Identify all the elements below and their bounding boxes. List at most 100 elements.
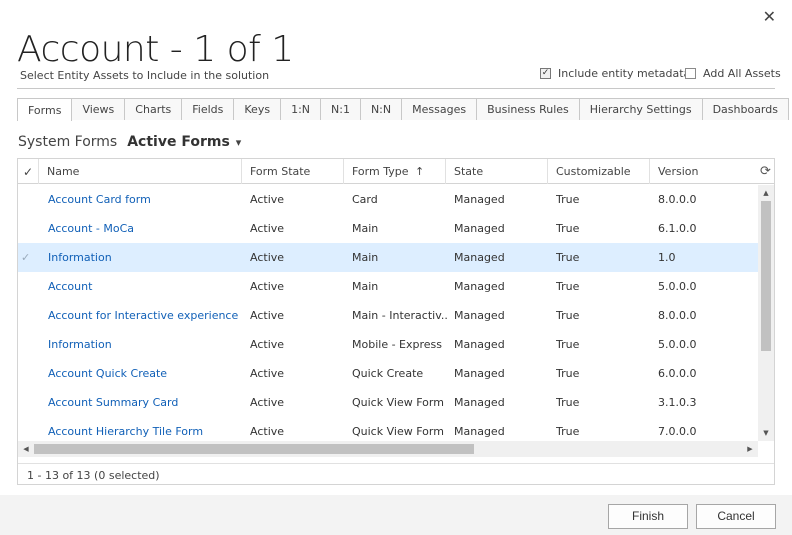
include-metadata-checkbox[interactable]: ✓ <box>540 68 551 79</box>
tab-hierarchy-settings[interactable]: Hierarchy Settings <box>579 98 703 120</box>
cell-customizable: True <box>556 280 580 293</box>
sort-ascending-icon: ↑ <box>414 165 425 178</box>
close-icon[interactable]: ✕ <box>763 8 776 26</box>
dialog-title: Account - 1 of 1 <box>17 29 294 70</box>
vertical-scrollbar[interactable]: ▲ ▼ <box>758 185 774 441</box>
finish-button[interactable]: Finish <box>608 504 688 529</box>
tab-views[interactable]: Views <box>72 98 126 120</box>
table-row[interactable]: ✓ Information Active Main Managed True 1.0 <box>18 243 758 272</box>
tab-keys[interactable]: Keys <box>234 98 282 120</box>
tab-charts[interactable]: Charts <box>125 98 183 120</box>
column-header-form-state[interactable]: Form State <box>241 159 343 184</box>
cell-form-type: Main <box>352 251 379 264</box>
forms-grid: ✓ Name Form State Form Type ↑ State Cust… <box>17 158 775 485</box>
table-row[interactable]: Account Active Main Managed True 5.0.0.0 <box>18 272 758 301</box>
table-row[interactable]: Account Summary Card Active Quick View For… <box>18 388 758 417</box>
scroll-right-icon[interactable]: ▶ <box>744 441 756 457</box>
cell-customizable: True <box>556 251 580 264</box>
tab-n-1[interactable]: N:1 <box>321 98 361 120</box>
cancel-button[interactable]: Cancel <box>696 504 776 529</box>
title-divider <box>17 88 775 89</box>
cell-form-type: Mobile - Express <box>352 338 442 351</box>
add-all-assets-checkbox[interactable] <box>685 68 696 79</box>
tab-dashboards[interactable]: Dashboards <box>702 98 789 120</box>
column-header-state[interactable]: State <box>445 159 547 184</box>
vertical-scroll-thumb[interactable] <box>761 201 771 351</box>
row-checkmark-icon[interactable]: ✓ <box>21 243 30 272</box>
table-row[interactable]: Account - MoCa Active Main Managed True 6.1.0… <box>18 214 758 243</box>
cell-form-type: Main <box>352 280 379 293</box>
cell-name[interactable]: Account <box>48 272 238 301</box>
refresh-icon[interactable]: ⟳ <box>760 164 771 179</box>
table-row[interactable]: Information Active Mobile - Express Managed… <box>18 330 758 359</box>
tab-forms[interactable]: Forms <box>17 98 73 121</box>
chevron-down-icon: ▾ <box>235 135 242 149</box>
select-all-checkmark-icon[interactable]: ✓ <box>18 159 38 184</box>
cell-form-type: Quick View Form <box>352 396 444 409</box>
cell-form-state: Active <box>250 396 285 409</box>
view-dropdown[interactable]: Active Forms ▾ <box>127 134 241 150</box>
cell-name[interactable]: Account for Interactive experience <box>48 301 238 330</box>
column-header-form-type-label: Form Type <box>352 165 409 178</box>
cell-state: Managed <box>454 396 505 409</box>
include-metadata-option[interactable]: ✓ Include entity metadata <box>540 67 690 80</box>
cell-name[interactable]: Information <box>48 243 238 272</box>
grid-record-count: 1 - 13 of 13 (0 selected) <box>18 463 774 484</box>
cell-customizable: True <box>556 367 580 380</box>
add-all-assets-option[interactable]: Add All Assets <box>685 67 781 80</box>
cell-form-state: Active <box>250 193 285 206</box>
scroll-up-icon[interactable]: ▲ <box>758 187 774 199</box>
cell-name[interactable]: Account Hierarchy Tile Form <box>48 417 238 441</box>
asset-tabs: Forms Views Charts Fields Keys 1:N N:1 N:N Messa… <box>17 98 789 121</box>
cell-form-state: Active <box>250 367 285 380</box>
cell-state: Managed <box>454 251 505 264</box>
cell-form-state: Active <box>250 309 285 322</box>
column-header-form-type[interactable]: Form Type ↑ <box>343 159 445 184</box>
table-row[interactable]: Account Hierarchy Tile Form Active Quick V… <box>18 417 758 441</box>
table-row[interactable]: Account for Interactive experience Active… <box>18 301 758 330</box>
scroll-down-icon[interactable]: ▼ <box>758 427 774 439</box>
cell-version: 6.0.0.0 <box>658 367 697 380</box>
cell-name[interactable]: Account Card form <box>48 185 238 214</box>
cell-version: 3.1.0.3 <box>658 396 697 409</box>
cell-form-state: Active <box>250 251 285 264</box>
cell-customizable: True <box>556 338 580 351</box>
column-header-version[interactable]: Version <box>649 159 757 184</box>
cell-name[interactable]: Account - MoCa <box>48 214 238 243</box>
cell-customizable: True <box>556 222 580 235</box>
tab-n-n[interactable]: N:N <box>360 98 403 120</box>
cell-state: Managed <box>454 309 505 322</box>
tab-business-rules[interactable]: Business Rules <box>477 98 580 120</box>
dialog-footer: Finish Cancel <box>0 495 792 535</box>
table-row[interactable]: Account Quick Create Active Quick Create Ma… <box>18 359 758 388</box>
column-header-customizable[interactable]: Customizable <box>547 159 649 184</box>
cell-name[interactable]: Account Summary Card <box>48 388 238 417</box>
cell-state: Managed <box>454 222 505 235</box>
cell-customizable: True <box>556 309 580 322</box>
cell-customizable: True <box>556 193 580 206</box>
horizontal-scrollbar[interactable]: ◀ ▶ <box>18 441 758 457</box>
cell-form-state: Active <box>250 280 285 293</box>
cell-form-type: Card <box>352 193 378 206</box>
cell-name[interactable]: Account Quick Create <box>48 359 238 388</box>
cell-state: Managed <box>454 425 505 438</box>
cell-form-state: Active <box>250 222 285 235</box>
table-row[interactable]: Account Card form Active Card Managed True 8.… <box>18 185 758 214</box>
scroll-left-icon[interactable]: ◀ <box>20 441 32 457</box>
cell-state: Managed <box>454 367 505 380</box>
grid-header: ✓ Name Form State Form Type ↑ State Cust… <box>18 159 774 184</box>
view-selected-value: Active Forms <box>127 134 230 150</box>
cell-version: 8.0.0.0 <box>658 193 697 206</box>
horizontal-scroll-thumb[interactable] <box>34 444 474 454</box>
cell-customizable: True <box>556 425 580 438</box>
cell-form-state: Active <box>250 338 285 351</box>
cell-version: 6.1.0.0 <box>658 222 697 235</box>
tab-messages[interactable]: Messages <box>402 98 478 120</box>
include-metadata-label: Include entity metadata <box>558 67 691 80</box>
cell-name[interactable]: Information <box>48 330 238 359</box>
tab-1-n[interactable]: 1:N <box>281 98 322 120</box>
tab-fields[interactable]: Fields <box>182 98 235 120</box>
dialog-subtitle: Select Entity Assets to Include in the s… <box>20 69 270 82</box>
cell-version: 1.0 <box>658 251 676 264</box>
column-header-name[interactable]: Name <box>38 159 249 184</box>
